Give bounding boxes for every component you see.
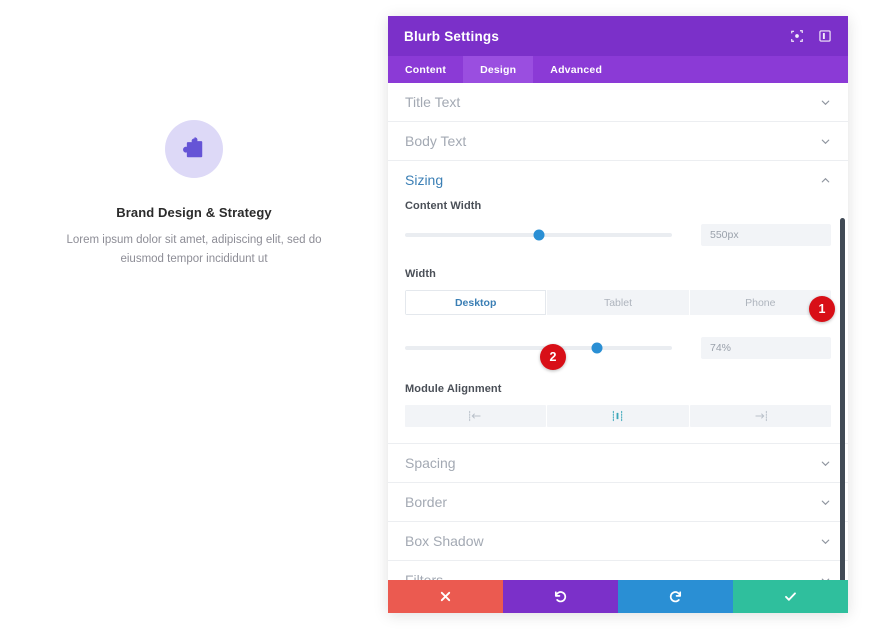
panel-scrollbar-thumb[interactable] (840, 218, 845, 580)
section-header-sizing[interactable]: Sizing (405, 161, 831, 199)
module-preview-canvas: Brand Design & Strategy Lorem ipsum dolo… (0, 0, 388, 637)
align-left-icon[interactable] (405, 405, 547, 427)
annotation-badge-2: 2 (540, 344, 566, 370)
chevron-down-icon (820, 97, 831, 108)
width-label: Width (405, 268, 436, 280)
fullscreen-icon[interactable] (790, 29, 804, 43)
blurb-icon-circle (165, 120, 223, 178)
section-border: Border (388, 483, 848, 522)
panel-scroll-body: Title Text Body Text Sizing Content Widt… (388, 83, 848, 580)
section-label-spacing: Spacing (405, 455, 456, 471)
section-header-title-text[interactable]: Title Text (405, 83, 831, 121)
blurb-module[interactable]: Brand Design & Strategy Lorem ipsum dolo… (44, 120, 344, 269)
width-value-input[interactable]: 74% (701, 337, 831, 359)
section-spacing: Spacing (388, 444, 848, 483)
chevron-down-icon (820, 458, 831, 469)
chevron-down-icon (820, 497, 831, 508)
sizing-content: Content Width 550px Width Desktop Tablet… (405, 199, 831, 443)
undo-button[interactable] (503, 580, 618, 613)
puzzle-piece-icon (181, 136, 207, 162)
panel-header: Blurb Settings (388, 16, 848, 56)
screen-root: Brand Design & Strategy Lorem ipsum dolo… (0, 0, 880, 637)
module-alignment-group (405, 405, 831, 427)
align-center-icon[interactable] (547, 405, 689, 427)
blurb-body-text: Lorem ipsum dolor sit amet, adipiscing e… (66, 234, 322, 265)
tab-design[interactable]: Design (463, 56, 534, 83)
panel-footer (388, 580, 848, 613)
section-label-title-text: Title Text (405, 94, 461, 110)
redo-icon (668, 589, 683, 604)
panel-title: Blurb Settings (404, 28, 500, 44)
close-icon (439, 590, 452, 603)
section-body-text: Body Text (388, 122, 848, 161)
content-width-row: 550px (405, 224, 831, 246)
section-header-spacing[interactable]: Spacing (405, 444, 831, 482)
content-width-slider[interactable] (405, 229, 672, 241)
content-width-slider-knob[interactable] (533, 229, 544, 241)
annotation-badge-1: 1 (809, 296, 835, 322)
check-icon (783, 589, 798, 604)
section-label-sizing: Sizing (405, 172, 444, 188)
tab-content[interactable]: Content (388, 56, 463, 83)
section-header-body-text[interactable]: Body Text (405, 122, 831, 160)
width-device-tabs: Desktop Tablet Phone (405, 290, 831, 315)
content-width-value-input[interactable]: 550px (701, 224, 831, 246)
device-tab-tablet[interactable]: Tablet (547, 290, 689, 315)
device-tab-desktop[interactable]: Desktop (405, 290, 547, 315)
section-header-border[interactable]: Border (405, 483, 831, 521)
width-row: 74% (405, 337, 831, 359)
module-alignment-label: Module Alignment (405, 383, 502, 395)
content-width-label: Content Width (405, 200, 482, 212)
cancel-button[interactable] (388, 580, 503, 613)
align-right-icon[interactable] (689, 405, 831, 427)
section-title-text: Title Text (388, 83, 848, 122)
section-label-border: Border (405, 494, 448, 510)
section-sizing: Sizing Content Width 550px Width Desktop… (388, 161, 848, 444)
chevron-down-icon (820, 575, 831, 580)
section-label-body-text: Body Text (405, 133, 467, 149)
panel-tabbar: Content Design Advanced (388, 56, 848, 83)
width-slider-knob[interactable] (591, 342, 603, 354)
section-label-filters: Filters (405, 572, 444, 580)
save-button[interactable] (733, 580, 848, 613)
tab-advanced[interactable]: Advanced (533, 56, 619, 83)
chevron-up-icon (820, 175, 831, 186)
section-label-box-shadow: Box Shadow (405, 533, 484, 549)
section-filters: Filters (388, 561, 848, 580)
section-header-filters[interactable]: Filters (405, 561, 831, 580)
panel-header-actions (790, 29, 832, 43)
blurb-title: Brand Design & Strategy (116, 205, 272, 220)
undo-icon (553, 589, 568, 604)
chevron-down-icon (820, 536, 831, 547)
layout-panel-icon[interactable] (818, 29, 832, 43)
blurb-settings-panel: Blurb Settings Content Design Advanced T… (388, 16, 848, 613)
width-slider[interactable] (405, 342, 672, 354)
chevron-down-icon (820, 136, 831, 147)
redo-button[interactable] (618, 580, 733, 613)
section-box-shadow: Box Shadow (388, 522, 848, 561)
section-header-box-shadow[interactable]: Box Shadow (405, 522, 831, 560)
